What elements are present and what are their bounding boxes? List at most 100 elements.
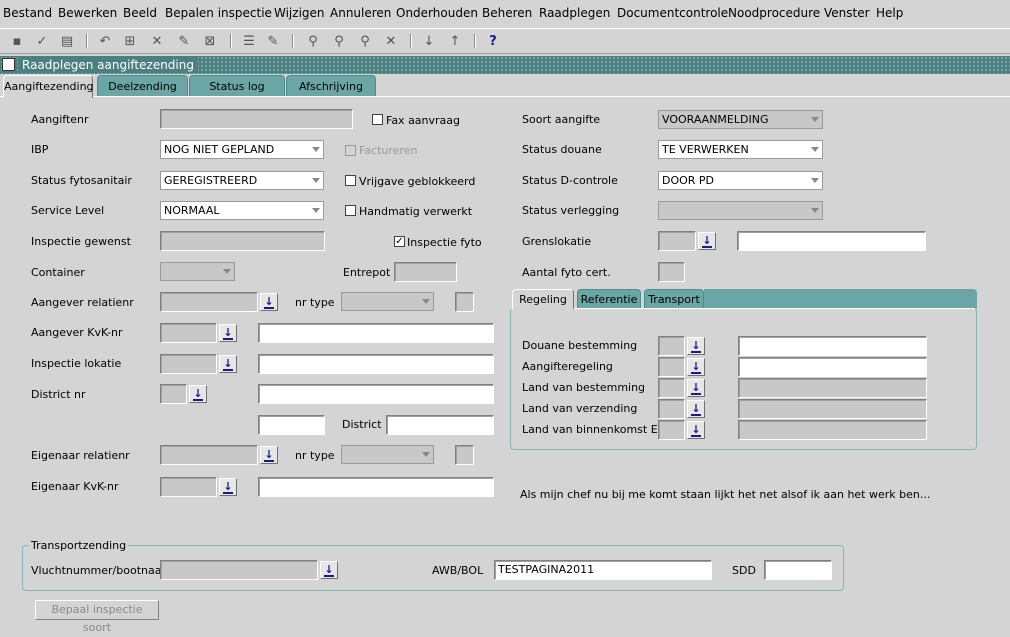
aangever-kvk-name-field[interactable] (258, 323, 494, 343)
aangifteregeling-name-field[interactable] (738, 357, 927, 377)
delete-record-icon[interactable]: ✕ (148, 32, 166, 50)
inspectie-lokatie-lov-button[interactable]: ↓ (219, 355, 237, 373)
eigenaar-nr-type-extra-field[interactable] (455, 445, 474, 465)
aangever-relatienr-field[interactable] (160, 292, 258, 312)
douane-bestemming-name-field[interactable] (738, 336, 927, 356)
menu-annuleren[interactable]: Annuleren (330, 6, 391, 20)
sdd-field[interactable] (764, 560, 832, 580)
district-nr-field[interactable] (160, 384, 187, 404)
status-dcontrole-select[interactable]: DOOR PD (658, 171, 823, 190)
ibp-select[interactable]: NOG NIET GEPLAND (160, 140, 324, 159)
enter-query-icon[interactable]: ⚲ (304, 32, 322, 50)
aangifteregeling-field[interactable] (658, 357, 685, 377)
land-binnenkomst-name-field[interactable] (738, 420, 927, 440)
land-bestemming-lov-button[interactable]: ↓ (687, 379, 705, 397)
count-query-icon[interactable]: ⚲ (356, 32, 374, 50)
grenslokatie-lov-button[interactable]: ↓ (698, 232, 716, 250)
eigenaar-relatienr-lov-button[interactable]: ↓ (260, 446, 278, 464)
undo-icon[interactable]: ↶ (96, 32, 114, 50)
factureren-checkbox[interactable] (345, 145, 356, 156)
arrow-up-icon[interactable]: ↑ (446, 32, 464, 50)
vluchtnummer-lov-button[interactable]: ↓ (320, 561, 338, 579)
tab-status-log[interactable]: Status log (189, 75, 285, 97)
window-icon[interactable] (2, 58, 15, 71)
district-field[interactable] (386, 415, 494, 435)
aangever-nr-type-select[interactable] (341, 292, 434, 311)
eigenaar-relatienr-field[interactable] (160, 445, 258, 465)
aangifteregeling-lov-button[interactable]: ↓ (687, 358, 705, 376)
grenslokatie-field[interactable] (658, 231, 696, 251)
menu-beheren[interactable]: Beheren (482, 6, 532, 20)
menu-raadplegen[interactable]: Raadplegen (539, 6, 610, 20)
tab-afschrijving[interactable]: Afschrijving (286, 75, 376, 97)
arrow-down-icon[interactable]: ↓ (420, 32, 438, 50)
clear-form-icon[interactable]: ⊠ (201, 32, 219, 50)
list-icon[interactable]: ☰ (240, 32, 258, 50)
edit-icon[interactable]: ✎ (264, 32, 282, 50)
menu-help[interactable]: Help (876, 6, 903, 20)
aangever-nr-type-extra-field[interactable] (455, 292, 474, 312)
land-bestemming-name-field[interactable] (738, 378, 927, 398)
cancel-query-icon[interactable]: ✕ (382, 32, 400, 50)
eigenaar-kvk-lov-button[interactable]: ↓ (219, 478, 237, 496)
entrepot-field[interactable] (394, 262, 457, 282)
eigenaar-kvk-field[interactable] (160, 477, 217, 497)
land-binnenkomst-lov-button[interactable]: ↓ (687, 421, 705, 439)
menu-bewerken[interactable]: Bewerken (58, 6, 117, 20)
subtab-regeling[interactable]: Regeling (512, 289, 574, 309)
status-fytosanitair-select[interactable]: GEREGISTREERD (160, 171, 324, 190)
menu-wijzigen[interactable]: Wijzigen (274, 6, 325, 20)
menu-bepalen-inspectie[interactable]: Bepalen inspectie (165, 6, 272, 20)
accept-icon[interactable]: ✓ (33, 32, 51, 50)
bepaal-inspectie-soort-button[interactable]: Bepaal inspectie soort (35, 600, 159, 634)
save-icon[interactable]: ▪ (8, 32, 26, 50)
inspectie-fyto-checkbox[interactable]: ✓ (394, 236, 405, 247)
district-code-field[interactable] (258, 415, 325, 435)
inspectie-lokatie-field[interactable] (160, 354, 217, 374)
aangever-kvk-field[interactable] (160, 323, 217, 343)
aangever-relatienr-lov-button[interactable]: ↓ (260, 293, 278, 311)
menu-onderhouden[interactable]: Onderhouden (396, 6, 478, 20)
vluchtnummer-field[interactable] (160, 560, 318, 580)
menu-venster[interactable]: Venster (824, 6, 870, 20)
help-icon[interactable]: ? (484, 32, 502, 50)
aangever-kvk-lov-button[interactable]: ↓ (219, 324, 237, 342)
status-verlegging-select[interactable] (658, 201, 823, 220)
insert-record-icon[interactable]: ⊞ (121, 32, 139, 50)
awb-bol-field[interactable]: TESTPAGINA2011 (494, 560, 712, 580)
eigenaar-nr-type-select[interactable] (341, 445, 434, 464)
menu-bestand[interactable]: Bestand (3, 6, 52, 20)
aangiftenr-field[interactable] (160, 109, 353, 129)
menu-beeld[interactable]: Beeld (123, 6, 157, 20)
soort-aangifte-select[interactable]: VOORAANMELDING (658, 110, 823, 129)
land-binnenkomst-field[interactable] (658, 420, 685, 440)
container-select[interactable] (160, 262, 235, 281)
land-bestemming-field[interactable] (658, 378, 685, 398)
print-icon[interactable]: ▤ (58, 32, 76, 50)
menu-noodprocedure[interactable]: Noodprocedure (728, 6, 820, 20)
inspectie-gewenst-field[interactable] (160, 231, 325, 251)
land-verzending-name-field[interactable] (738, 399, 927, 419)
grenslokatie-name-field[interactable] (737, 231, 926, 251)
execute-query-icon[interactable]: ⚲ (330, 32, 348, 50)
district-nr-lov-button[interactable]: ↓ (189, 385, 207, 403)
clear-icon[interactable]: ✎ (175, 32, 193, 50)
fax-aanvraag-checkbox[interactable] (372, 114, 383, 125)
vrijgave-geblokkeerd-checkbox[interactable] (345, 175, 356, 186)
inspectie-lokatie-name-field[interactable] (258, 354, 494, 374)
handmatig-verwerkt-checkbox[interactable] (345, 205, 356, 216)
aantal-fyto-field[interactable] (658, 262, 685, 282)
district-nr-name-field[interactable] (258, 384, 494, 404)
subtab-transport[interactable]: Transport (644, 289, 704, 309)
tab-aangiftezending[interactable]: Aangiftezending (3, 75, 94, 98)
eigenaar-kvk-name-field[interactable] (258, 477, 494, 497)
tab-deelzending[interactable]: Deelzending (97, 75, 188, 97)
menu-documentcontrole[interactable]: Documentcontrole (617, 6, 728, 20)
douane-bestemming-lov-button[interactable]: ↓ (687, 337, 705, 355)
subtab-referentie[interactable]: Referentie (577, 289, 641, 309)
service-level-select[interactable]: NORMAAL (160, 201, 324, 220)
douane-bestemming-field[interactable] (658, 336, 685, 356)
status-douane-select[interactable]: TE VERWERKEN (658, 140, 823, 159)
land-verzending-lov-button[interactable]: ↓ (687, 400, 705, 418)
land-verzending-field[interactable] (658, 399, 685, 419)
